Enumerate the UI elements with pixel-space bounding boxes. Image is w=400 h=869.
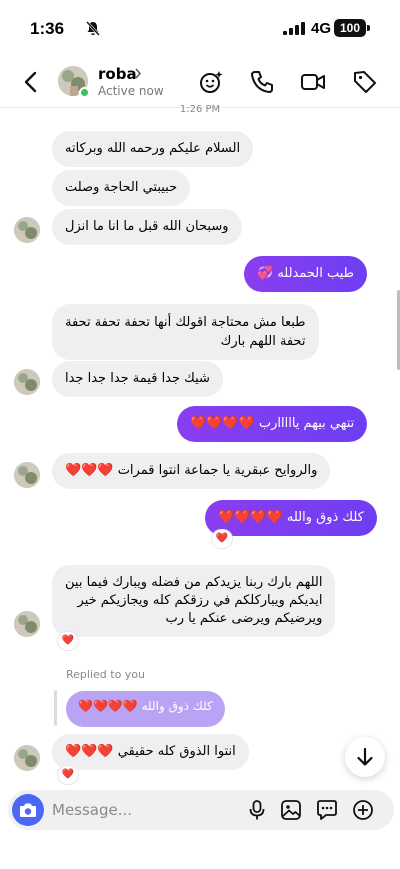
network-label: 4G: [311, 20, 332, 37]
battery-indicator: 100: [334, 19, 366, 37]
tag-icon[interactable]: [352, 69, 378, 95]
message-line: تحفة اللهم بارك: [220, 334, 306, 349]
sender-avatar[interactable]: [14, 462, 40, 488]
arrow-down-icon: [357, 747, 373, 766]
status-bar: 1:36 4G 100: [0, 0, 400, 56]
camera-icon: [20, 803, 36, 817]
incoming-message[interactable]: السلام عليكم ورحمه الله وبركاته: [52, 131, 254, 167]
incoming-message[interactable]: انتوا الذوق كله حقيقي ❤️❤️❤️: [52, 734, 249, 770]
message-line: طبعا مش محتاجة اقولك أنها تحفة تحفة تحفة: [65, 315, 306, 330]
video-call-icon[interactable]: [300, 69, 326, 95]
sender-avatar[interactable]: [14, 217, 40, 243]
message-timestamp: 1:26 PM: [179, 104, 221, 115]
chat-header: roba Active now: [0, 56, 400, 108]
sender-avatar[interactable]: [14, 611, 40, 637]
scroll-to-bottom-button[interactable]: [345, 737, 385, 777]
sticker-icon[interactable]: [316, 799, 338, 821]
contact-status: Active now: [98, 84, 164, 98]
chevron-right-icon[interactable]: [134, 68, 142, 79]
heart-reaction-icon[interactable]: ❤️: [58, 766, 78, 784]
heart-reaction-icon[interactable]: ❤️: [58, 632, 78, 650]
microphone-icon[interactable]: [246, 799, 268, 821]
message-line: ويرضيكم ويرضى عنكم يا رب: [165, 611, 323, 626]
contact-name[interactable]: roba: [98, 65, 137, 83]
phone-icon[interactable]: [249, 69, 275, 95]
incoming-message[interactable]: اللهم بارك ربنا يزيدكم من فضله ويبارك في…: [52, 565, 336, 637]
back-chevron-icon[interactable]: [20, 70, 42, 94]
outgoing-message[interactable]: طيب الحمدلله 💞: [244, 256, 368, 292]
replied-to-label: Replied to you: [66, 668, 146, 681]
outgoing-message[interactable]: كلك ذوق والله ❤️❤️❤️❤️: [205, 500, 377, 536]
signal-icon: [283, 22, 305, 35]
quoted-message[interactable]: كلك ذوق والله ❤️❤️❤️❤️: [66, 691, 225, 727]
message-line: اللهم بارك ربنا يزيدكم من فضله ويبارك في…: [65, 575, 323, 590]
status-time: 1:36: [30, 19, 65, 38]
message-input[interactable]: Message...: [52, 801, 132, 819]
heart-reaction-icon[interactable]: ❤️: [212, 530, 232, 548]
incoming-message[interactable]: حبيبتي الحاجة وصلت: [52, 170, 191, 206]
incoming-message[interactable]: طبعا مش محتاجة اقولك أنها تحفة تحفة تحفة…: [52, 304, 319, 360]
incoming-message[interactable]: شيك جدا قيمة جدا جدا جدا: [52, 361, 223, 397]
effects-icon[interactable]: [199, 69, 225, 95]
incoming-message[interactable]: وسبحان الله قبل ما انا ما انزل: [52, 209, 242, 245]
gallery-icon[interactable]: [280, 799, 302, 821]
online-dot: [79, 87, 90, 98]
reply-indicator-bar: [54, 690, 57, 726]
sender-avatar[interactable]: [14, 369, 40, 395]
battery-tip: [367, 25, 370, 31]
outgoing-message[interactable]: تتهي بيهم يااااارب ❤️❤️❤️❤️: [177, 406, 368, 442]
message-composer: Message...: [8, 790, 394, 830]
add-icon[interactable]: [352, 799, 374, 821]
camera-button[interactable]: [12, 794, 44, 826]
sender-avatar[interactable]: [14, 745, 40, 771]
incoming-message[interactable]: والروايح عبقرية يا جماعة انتوا قمرات ❤️❤…: [52, 453, 331, 489]
bell-muted-icon: [86, 21, 100, 36]
message-line: ايديكم ويباركلكم في رزقكم كله ويجازيكم خ…: [77, 593, 323, 608]
